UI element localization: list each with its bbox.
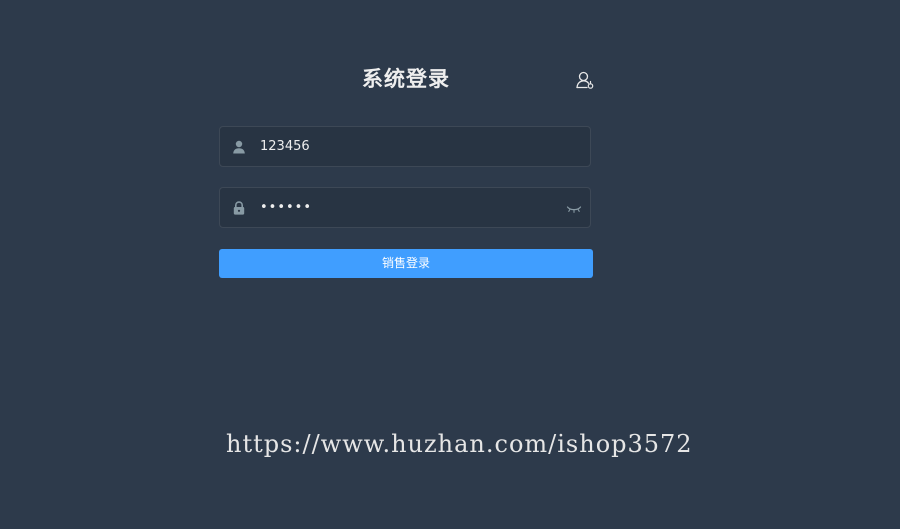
page-title: 系统登录 — [362, 67, 450, 91]
password-field — [219, 187, 591, 228]
user-switch-icon[interactable] — [575, 70, 595, 90]
eye-closed-icon[interactable] — [566, 201, 582, 215]
sales-login-button[interactable]: 销售登录 — [219, 249, 593, 278]
username-field — [219, 126, 591, 167]
user-icon — [231, 139, 247, 155]
username-input[interactable] — [260, 127, 560, 166]
watermark-text: https://www.huzhan.com/ishop3572 — [226, 430, 693, 458]
password-input[interactable] — [260, 188, 560, 227]
lock-icon — [231, 200, 247, 216]
